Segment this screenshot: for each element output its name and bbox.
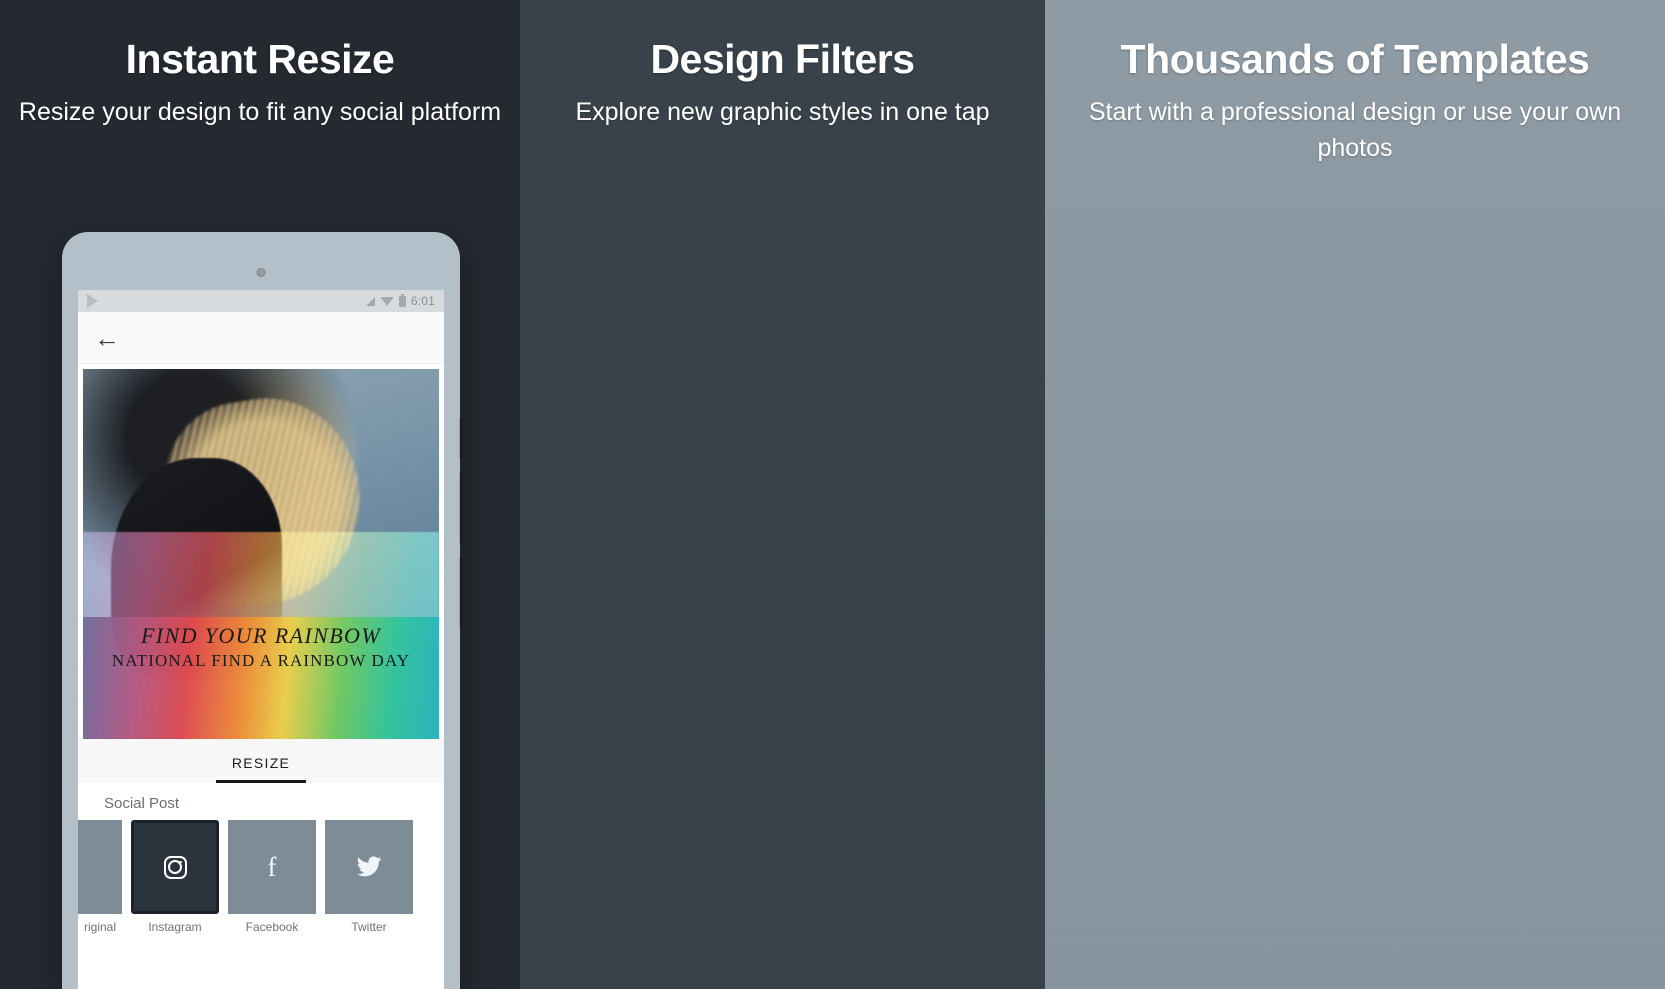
panel-2-title: Design Filters — [650, 36, 915, 82]
panel-2-subtitle: Explore new graphic styles in one tap — [575, 98, 990, 126]
tile-label: Twitter — [351, 920, 387, 934]
platform-tile-row[interactable]: riginal Instagram f Facebook Twitter — [78, 820, 444, 934]
phone-mockup-1: 6:01 ← FIND YOUR RAINBOW NATIONAL FIND A… — [62, 232, 463, 989]
platform-tile-instagram[interactable]: Instagram — [131, 820, 219, 934]
panel-1-title: Instant Resize — [125, 36, 395, 82]
canvas-subhead: NATIONAL FIND A RAINBOW DAY — [111, 651, 411, 670]
app-bar-1: ← — [78, 312, 444, 364]
battery-icon — [398, 293, 406, 307]
phone-volume-button — [459, 472, 463, 544]
design-canvas-1[interactable]: FIND YOUR RAINBOW NATIONAL FIND A RAINBO… — [83, 369, 439, 739]
panel-3-title: Thousands of Templates — [1120, 36, 1590, 82]
tile-thumb[interactable] — [78, 820, 122, 914]
canvas-headline: FIND YOUR RAINBOW — [140, 623, 382, 648]
tile-label: riginal — [83, 920, 116, 934]
panel-design-filters: Design Filters Explore new graphic style… — [520, 0, 1045, 989]
panel-3-subtitle: Start with a professional design or use … — [1088, 98, 1622, 162]
tab-resize[interactable]: RESIZE — [232, 755, 290, 780]
panel-1-header: Instant Resize Resize your design to fit… — [0, 34, 520, 130]
play-store-icon — [87, 294, 98, 308]
platform-tile-twitter[interactable]: Twitter — [325, 820, 413, 934]
panel-thousands-of-templates: Thousands of Templates Start with a prof… — [1045, 0, 1665, 989]
panel-3-header: Thousands of Templates Start with a prof… — [1045, 34, 1665, 166]
tile-thumb[interactable]: f — [228, 820, 316, 914]
facebook-icon: f — [267, 851, 277, 882]
status-bar-time: 6:01 — [410, 294, 435, 308]
canvas-text-block[interactable]: FIND YOUR RAINBOW NATIONAL FIND A RAINBO… — [83, 623, 439, 671]
section-label-social-post: Social Post — [78, 783, 444, 820]
phone-side-button — [459, 417, 463, 459]
back-arrow-icon[interactable]: ← — [94, 325, 120, 351]
tile-thumb[interactable] — [131, 820, 219, 914]
status-bar: 6:01 — [78, 290, 444, 312]
wifi-icon — [379, 296, 394, 306]
signal-icon — [365, 296, 375, 306]
tile-thumb[interactable] — [325, 820, 413, 914]
tab-underline — [216, 780, 306, 783]
instagram-icon — [163, 855, 187, 879]
phone-1-screen: 6:01 ← FIND YOUR RAINBOW NATIONAL FIND A… — [78, 290, 444, 989]
panel-instant-resize: Instant Resize Resize your design to fit… — [0, 0, 520, 989]
resize-tab-row[interactable]: RESIZE — [78, 739, 444, 783]
feature-graphic: Instant Resize Resize your design to fit… — [0, 0, 1665, 989]
panel-2-header: Design Filters Explore new graphic style… — [520, 34, 1045, 130]
panel-1-subtitle: Resize your design to fit any social pla… — [18, 98, 502, 126]
platform-tile-facebook[interactable]: f Facebook — [228, 820, 316, 934]
tile-label: Facebook — [245, 920, 299, 934]
phone-power-button — [459, 557, 463, 629]
twitter-icon — [357, 856, 382, 877]
platform-tile-original[interactable]: riginal — [78, 820, 122, 934]
phone-speaker — [256, 268, 266, 277]
tile-label: Instagram — [148, 920, 202, 934]
